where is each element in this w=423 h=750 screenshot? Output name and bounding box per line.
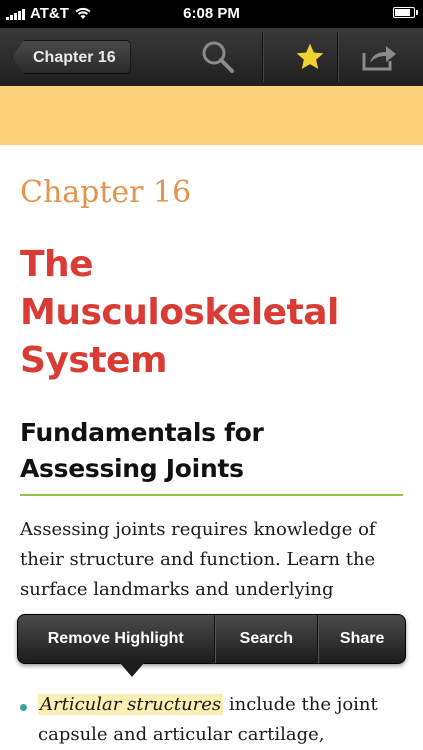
section-divider [20, 494, 403, 496]
battery-fill [395, 9, 410, 16]
chapter-title: The Musculoskeletal System [20, 244, 339, 381]
bullet-item[interactable]: Articular structures include the joint c… [38, 690, 408, 750]
search-icon [202, 41, 234, 73]
bookmark-button[interactable] [282, 28, 338, 86]
status-time: 6:08 PM [183, 5, 240, 22]
highlighted-text[interactable]: Articular structures [38, 694, 224, 715]
popup-pointer [120, 663, 144, 677]
status-bar: AT&T 6:08 PM [0, 0, 423, 28]
bullet-dot [20, 704, 27, 711]
popup-share-button[interactable]: Share [319, 615, 405, 663]
chapter-label: Chapter 16 [20, 175, 192, 210]
section-title: Fundamentals for Assessing Joints [20, 418, 264, 483]
popup-search-button[interactable]: Search [216, 615, 318, 663]
back-button[interactable]: Chapter 16 [12, 40, 131, 74]
chapter-banner [0, 86, 423, 145]
nav-separator [262, 32, 264, 82]
body-paragraph[interactable]: Assessing joints requires knowledge of t… [20, 515, 405, 605]
highlight-popup-menu: Remove Highlight Search Share [17, 614, 406, 664]
remove-highlight-button[interactable]: Remove Highlight [18, 615, 214, 663]
star-icon [296, 43, 324, 69]
share-icon [362, 46, 396, 71]
nav-bar: Chapter 16 [0, 28, 423, 87]
share-button[interactable] [350, 28, 408, 86]
battery-icon [393, 7, 418, 18]
search-button[interactable] [190, 28, 246, 86]
